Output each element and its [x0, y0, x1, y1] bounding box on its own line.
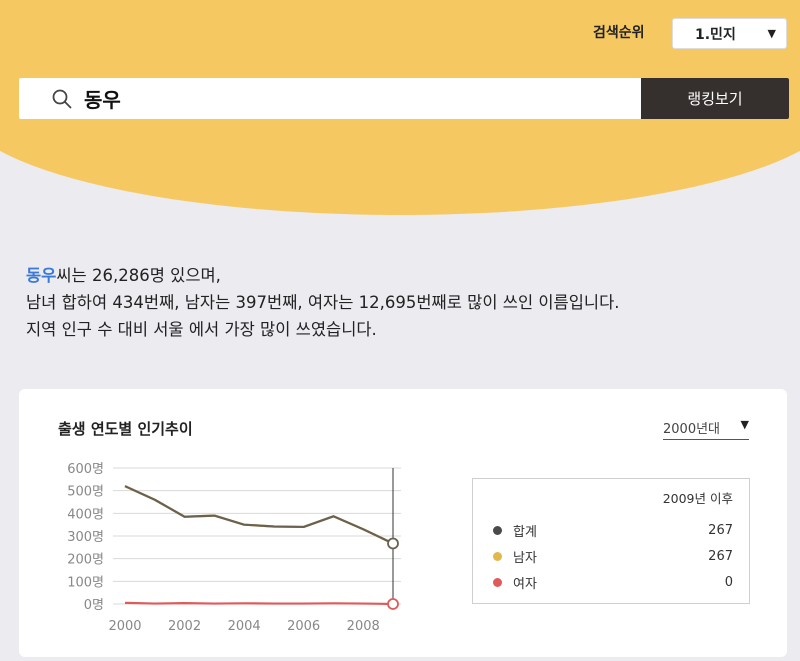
- series-line-0: [124, 485, 394, 545]
- y-tick-label: 100명: [67, 575, 104, 590]
- decade-value: 2000년대: [663, 422, 721, 437]
- legend-dot-total: [493, 525, 502, 535]
- highlight-point-female: [387, 598, 399, 610]
- summary-region: 지역 인구 수 대비 서울 에서 가장 많이 쓰였습니다.: [26, 320, 377, 339]
- legend-label: 합계: [513, 524, 537, 540]
- legend-label: 남자: [513, 550, 537, 566]
- chart-legend: 2009년 이후 합계 267 남자 267 여자 0: [472, 478, 750, 604]
- series-line-1: [124, 485, 394, 545]
- y-tick-label: 500명: [67, 485, 104, 500]
- legend-value: 267: [708, 522, 733, 538]
- view-ranking-button[interactable]: 랭킹보기: [641, 78, 789, 119]
- search-input[interactable]: [84, 78, 634, 119]
- search-rank-select[interactable]: 1.민지 ▼: [672, 18, 787, 49]
- legend-value: 267: [708, 548, 733, 564]
- x-tick-label: 2006: [287, 619, 320, 634]
- y-tick-label: 400명: [67, 507, 104, 522]
- x-tick-label: 2000: [108, 619, 141, 634]
- highlight-point-total: [387, 537, 399, 550]
- legend-dot-female: [493, 577, 502, 587]
- dropdown-arrow-icon: ▼: [767, 27, 776, 40]
- x-tick-label: 2008: [347, 619, 380, 634]
- legend-value: 0: [724, 574, 733, 590]
- legend-label: 여자: [513, 576, 537, 592]
- x-tick-label: 2004: [228, 619, 261, 634]
- search-bar: 랭킹보기: [19, 78, 789, 119]
- legend-item-total: 합계 267: [493, 520, 733, 540]
- summary-rank: 남녀 합하여 434번째, 남자는 397번째, 여자는 12,695번째로 많…: [26, 293, 620, 312]
- x-tick-label: 2002: [168, 619, 201, 634]
- series-line-2: [124, 601, 394, 606]
- y-tick-label: 600명: [67, 462, 104, 477]
- legend-item-male: 남자 267: [493, 546, 733, 566]
- trend-chart: 0명 100명 200명 300명 400명 500명 600명 2000 2002 2004 20…: [67, 462, 401, 634]
- decade-select[interactable]: 2000년대 ▼: [663, 418, 749, 440]
- dropdown-arrow-icon: ▼: [740, 418, 749, 431]
- y-tick-label: 300명: [67, 530, 104, 545]
- search-icon: [52, 89, 72, 109]
- trend-card: 출생 연도별 인기추이 2000년대 ▼ 0명 100명 200명 300명 400명 5…: [19, 389, 787, 657]
- legend-item-female: 여자 0: [493, 572, 733, 592]
- name-summary: 동우씨는 26,286명 있으며, 남녀 합하여 434번째, 남자는 397번…: [26, 262, 620, 343]
- legend-header: 2009년 이후: [662, 491, 733, 506]
- legend-dot-male: [493, 551, 502, 561]
- y-tick-label: 0명: [84, 598, 104, 613]
- y-tick-label: 200명: [67, 553, 104, 568]
- summary-count: 씨는 26,286명 있으며,: [56, 266, 221, 285]
- search-rank-value: 1.민지: [695, 26, 736, 43]
- summary-name: 동우: [26, 266, 57, 285]
- search-rank-label: 검색순위: [593, 25, 645, 41]
